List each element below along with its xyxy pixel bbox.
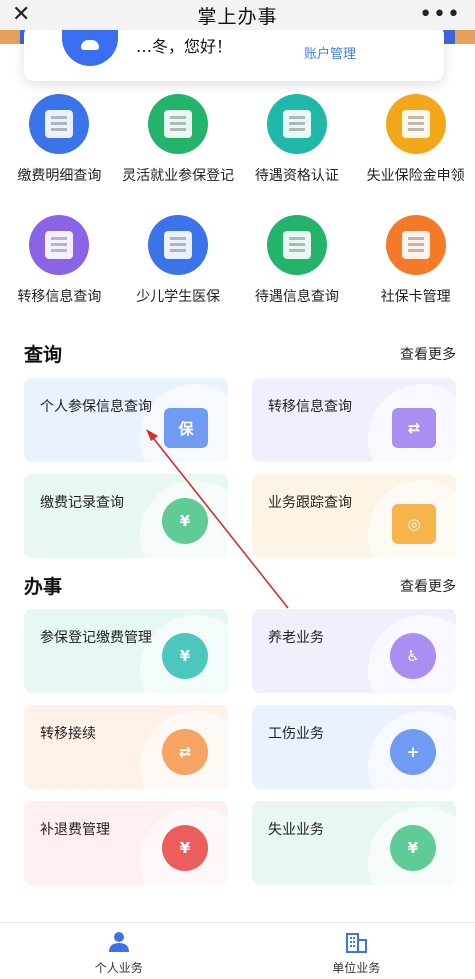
view-more-link[interactable]: 查看更多 [400, 576, 456, 596]
money-bag-icon: ¥ [162, 633, 208, 679]
quick-service-label: 少儿学生医保 [136, 289, 221, 305]
quick-service-label: 社保卡管理 [380, 289, 451, 305]
document-upload-icon [385, 94, 446, 154]
payment-hand-icon: ¥ [162, 498, 208, 544]
work-card-registration-payment[interactable]: ¥ 参保登记缴费管理 [24, 609, 228, 693]
card-label: 工伤业务 [268, 726, 324, 742]
refund-coin-icon: ¥ [162, 825, 208, 871]
quick-service-item[interactable]: 社保卡管理 [356, 213, 475, 328]
top-bar: ✕ 掌上办事 ••• [0, 0, 475, 30]
avatar[interactable] [62, 30, 118, 66]
work-card-work-injury[interactable]: + 工伤业务 [252, 705, 456, 789]
icon-text: ¥ [407, 839, 419, 857]
person-card-icon [148, 215, 209, 275]
quick-services-grid: 缴费明细查询 灵活就业参保登记 待遇资格认证 失业保险金申领 转移信息查询 少儿… [0, 92, 475, 328]
icon-text: ⇄ [407, 419, 421, 437]
quick-service-item[interactable]: 待遇资格认证 [238, 92, 357, 207]
query-card-personal-insurance[interactable]: 保 个人参保信息查询 [24, 378, 228, 462]
quick-service-label: 转移信息查询 [17, 289, 102, 305]
quick-service-label: 待遇资格认证 [254, 168, 339, 184]
building-icon [346, 933, 368, 953]
greeting-text: …冬，您好！ [136, 37, 233, 56]
person-icon [108, 932, 129, 952]
icon-text: ⇄ [178, 743, 192, 761]
nav-item-personal[interactable]: 个人业务 [0, 923, 238, 979]
bottom-navigation: 个人业务 单位业务 [0, 922, 475, 979]
transfer-document-icon [29, 215, 90, 275]
card-label: 失业业务 [268, 822, 324, 838]
work-section-header: 办事 查看更多 [24, 572, 456, 599]
query-card-transfer[interactable]: ⇄ 转移信息查询 [252, 378, 456, 462]
quick-service-item[interactable]: 少儿学生医保 [119, 213, 238, 328]
card-label: 转移信息查询 [268, 399, 352, 415]
work-card-transfer-continuation[interactable]: ⇄ 转移接续 [24, 705, 228, 789]
section-title: 查询 [24, 344, 63, 366]
card-label: 参保登记缴费管理 [40, 630, 152, 646]
quick-service-item[interactable]: 待遇信息查询 [238, 213, 357, 328]
injured-person-icon: + [390, 729, 436, 775]
quick-service-label: 缴费明细查询 [17, 168, 102, 184]
card-label: 补退费管理 [40, 822, 110, 838]
work-card-refund-management[interactable]: ¥ 补退费管理 [24, 801, 228, 885]
nav-item-unit[interactable]: 单位业务 [238, 923, 475, 979]
insurance-document-icon: 保 [164, 408, 208, 448]
quick-service-label: 灵活就业参保登记 [122, 168, 235, 184]
query-card-payment-record[interactable]: ¥ 缴费记录查询 [24, 474, 228, 558]
card-label: 养老业务 [268, 630, 324, 646]
unemployed-person-icon: ¥ [390, 825, 436, 871]
icon-text: ¥ [179, 839, 191, 857]
query-section-header: 查询 查看更多 [24, 340, 456, 367]
document-search-icon [29, 94, 90, 154]
icon-text: + [406, 743, 420, 761]
quick-service-label: 失业保险金申领 [366, 168, 465, 184]
card-label: 个人参保信息查询 [40, 399, 152, 415]
icon-text: ♿ [406, 647, 420, 665]
card-label: 缴费记录查询 [40, 495, 124, 511]
icon-text: ◎ [407, 515, 421, 533]
query-card-business-tracking[interactable]: ◎ 业务跟踪查询 [252, 474, 456, 558]
work-card-pension[interactable]: ♿ 养老业务 [252, 609, 456, 693]
icon-text: ¥ [179, 512, 191, 530]
quick-service-item[interactable]: 缴费明细查询 [0, 92, 119, 207]
person-search-icon [266, 215, 327, 275]
bank-card-icon [385, 215, 446, 275]
close-icon[interactable]: ✕ [12, 2, 30, 27]
exchange-arrows-icon: ⇄ [162, 729, 208, 775]
card-label: 转移接续 [40, 726, 96, 742]
nav-label: 个人业务 [94, 961, 143, 975]
form-edit-icon [148, 94, 209, 154]
account-manage-link[interactable]: 账户管理 [304, 43, 356, 62]
page-title: 掌上办事 [197, 5, 278, 28]
card-label: 业务跟踪查询 [268, 495, 352, 511]
transfer-icon: ⇄ [392, 408, 436, 448]
quick-service-item[interactable]: 转移信息查询 [0, 213, 119, 328]
icon-text: 保 [178, 419, 194, 438]
section-title: 办事 [24, 576, 63, 598]
icon-text: ¥ [179, 647, 191, 665]
elderly-person-icon: ♿ [390, 633, 436, 679]
nav-label: 单位业务 [332, 961, 381, 975]
quick-service-item[interactable]: 失业保险金申领 [356, 92, 475, 207]
id-card-icon [266, 94, 327, 154]
view-more-link[interactable]: 查看更多 [400, 344, 456, 364]
quick-service-label: 待遇信息查询 [254, 289, 339, 305]
work-card-unemployment[interactable]: ¥ 失业业务 [252, 801, 456, 885]
account-card: …冬，您好！ 账户管理 [24, 25, 444, 81]
tracking-clipboard-icon: ◎ [392, 504, 436, 544]
more-icon[interactable]: ••• [419, 2, 461, 27]
quick-service-item[interactable]: 灵活就业参保登记 [119, 92, 238, 207]
